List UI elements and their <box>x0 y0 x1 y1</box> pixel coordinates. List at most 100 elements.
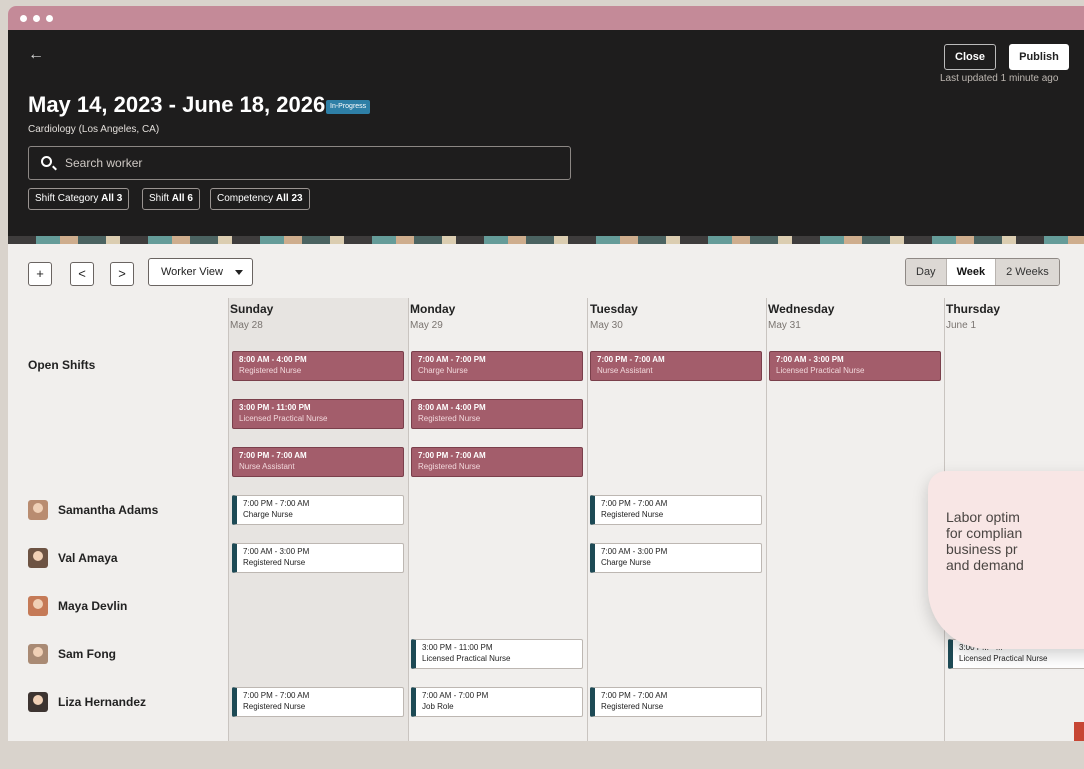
filter-label: Shift Category <box>35 193 99 204</box>
open-shift-card[interactable]: 3:00 PM - 11:00 PM Licensed Practical Nur… <box>232 399 404 429</box>
avatar <box>28 548 48 568</box>
callout-text: and demand <box>946 557 1024 573</box>
shift-role: Registered Nurse <box>601 702 664 711</box>
column-divider <box>408 298 409 744</box>
filter-shift-category[interactable]: Shift Category All 3 <box>28 188 130 210</box>
worker-name[interactable]: Samantha Adams <box>58 503 158 517</box>
decorative-pattern-strip <box>8 236 1084 244</box>
worker-name[interactable]: Sam Fong <box>58 647 116 661</box>
filter-count: All 23 <box>275 193 303 204</box>
range-day-button[interactable]: Day <box>906 259 947 285</box>
shift-time: 7:00 AM - 7:00 PM <box>418 355 486 364</box>
shift-role: Licensed Practical Nurse <box>239 414 328 423</box>
day-header-monday: Monday <box>410 302 456 316</box>
filter-competency[interactable]: Competency All 23 <box>210 188 310 210</box>
window-dot-icon[interactable] <box>20 15 27 22</box>
day-date: May 31 <box>768 320 801 331</box>
shift-role: Charge Nurse <box>418 366 468 375</box>
open-shift-card[interactable]: 7:00 PM - 7:00 AM Nurse Assistant <box>232 447 404 477</box>
bottom-bar <box>8 741 1084 769</box>
range-week-button[interactable]: Week <box>946 259 997 285</box>
shift-role: Registered Nurse <box>418 414 481 423</box>
window-dot-icon[interactable] <box>33 15 40 22</box>
worker-name[interactable]: Liza Hernandez <box>58 695 146 709</box>
filter-label: Competency <box>217 193 274 204</box>
publish-button[interactable]: Publish <box>1009 44 1069 70</box>
callout-text: for complian <box>946 525 1023 541</box>
column-divider <box>587 298 588 744</box>
chevron-down-icon <box>235 270 243 275</box>
assigned-shift-card[interactable]: 3:00 PM - 11:00 PM Licensed Practical Nur… <box>411 639 583 669</box>
shift-time: 7:00 PM - 7:00 AM <box>601 499 668 508</box>
schedule-header: ← Close Publish Last updated 1 minute ag… <box>8 30 1084 236</box>
view-select[interactable]: Worker View <box>148 258 253 286</box>
shift-time: 3:00 PM - 11:00 PM <box>239 403 311 412</box>
shift-role: Licensed Practical Nurse <box>776 366 865 375</box>
arrow-left-icon[interactable]: ← <box>28 44 50 66</box>
shift-time: 7:00 AM - 3:00 PM <box>776 355 844 364</box>
avatar <box>28 692 48 712</box>
assigned-shift-card[interactable]: 7:00 AM - 3:00 PM Registered Nurse <box>232 543 404 573</box>
view-select-label: Worker View <box>161 266 223 278</box>
avatar <box>28 596 48 616</box>
shift-role: Registered Nurse <box>418 462 481 471</box>
day-header-sunday: Sunday <box>230 302 274 316</box>
shift-time: 7:00 PM - 7:00 AM <box>243 691 310 700</box>
shift-time: 7:00 PM - 7:00 AM <box>601 691 668 700</box>
page-title: May 14, 2023 - June 18, 2026 <box>28 92 326 117</box>
app-window: ← Close Publish Last updated 1 minute ag… <box>8 6 1084 769</box>
open-shift-card[interactable]: 7:00 AM - 7:00 PM Charge Nurse <box>411 351 583 381</box>
shift-time: 7:00 PM - 7:00 AM <box>418 451 486 460</box>
shift-role: Licensed Practical Nurse <box>422 654 511 663</box>
shift-time: 3:00 PM - 11:00 PM <box>422 643 493 652</box>
assigned-shift-card[interactable]: 7:00 PM - 7:00 AM Registered Nurse <box>232 687 404 717</box>
assigned-shift-card[interactable]: 7:00 PM - 7:00 AM Charge Nurse <box>232 495 404 525</box>
day-date: May 29 <box>410 320 443 331</box>
next-button[interactable]: > <box>110 262 134 286</box>
avatar <box>28 500 48 520</box>
worker-name[interactable]: Val Amaya <box>58 551 118 565</box>
filter-label: Shift <box>149 193 170 204</box>
shift-role: Charge Nurse <box>601 558 651 567</box>
shift-role: Nurse Assistant <box>239 462 295 471</box>
previous-button[interactable]: < <box>70 262 94 286</box>
window-titlebar <box>8 6 1084 30</box>
filter-count: All 6 <box>171 193 193 204</box>
assigned-shift-card[interactable]: 7:00 AM - 3:00 PM Charge Nurse <box>590 543 762 573</box>
day-date: May 30 <box>590 320 623 331</box>
add-button[interactable]: + <box>28 262 52 286</box>
worker-name[interactable]: Maya Devlin <box>58 599 127 613</box>
shift-role: Nurse Assistant <box>597 366 653 375</box>
shift-role: Registered Nurse <box>239 366 302 375</box>
assigned-shift-card[interactable]: 7:00 PM - 7:00 AM Registered Nurse <box>590 687 762 717</box>
open-shift-card[interactable]: 8:00 AM - 4:00 PM Registered Nurse <box>232 351 404 381</box>
assigned-shift-card[interactable]: 7:00 PM - 7:00 AM Registered Nurse <box>590 495 762 525</box>
open-shift-card[interactable]: 7:00 PM - 7:00 AM Registered Nurse <box>411 447 583 477</box>
column-divider <box>766 298 767 744</box>
shift-role: Registered Nurse <box>243 702 306 711</box>
search-input[interactable]: Search worker <box>28 146 571 180</box>
open-shift-card[interactable]: 7:00 PM - 7:00 AM Nurse Assistant <box>590 351 762 381</box>
shift-role: Registered Nurse <box>243 558 306 567</box>
search-placeholder: Search worker <box>65 156 143 170</box>
close-button[interactable]: Close <box>944 44 996 70</box>
shift-time: 7:00 AM - 3:00 PM <box>243 547 310 556</box>
shift-time: 7:00 AM - 7:00 PM <box>422 691 489 700</box>
filter-shift[interactable]: Shift All 6 <box>142 188 200 210</box>
day-header-thursday: Thursday <box>946 302 1001 316</box>
assigned-shift-card[interactable]: 7:00 AM - 7:00 PM Job Role <box>411 687 583 717</box>
shift-time: 7:00 PM - 7:00 AM <box>243 499 310 508</box>
window-dot-icon[interactable] <box>46 15 53 22</box>
shift-time: 7:00 PM - 7:00 AM <box>239 451 307 460</box>
open-shift-card[interactable]: 7:00 AM - 3:00 PM Licensed Practical Nurs… <box>769 351 941 381</box>
day-header-wednesday: Wednesday <box>768 302 835 316</box>
search-icon <box>41 156 52 167</box>
day-header-tuesday: Tuesday <box>590 302 638 316</box>
range-toggle: Day Week 2 Weeks <box>905 258 1060 286</box>
day-date: June 1 <box>946 320 977 331</box>
shift-time: 8:00 AM - 4:00 PM <box>418 403 486 412</box>
shift-role: Licensed Practical Nurse <box>959 654 1048 663</box>
callout-text: Labor optim <box>946 509 1020 525</box>
range-2weeks-button[interactable]: 2 Weeks <box>996 259 1059 285</box>
open-shift-card[interactable]: 8:00 AM - 4:00 PM Registered Nurse <box>411 399 583 429</box>
